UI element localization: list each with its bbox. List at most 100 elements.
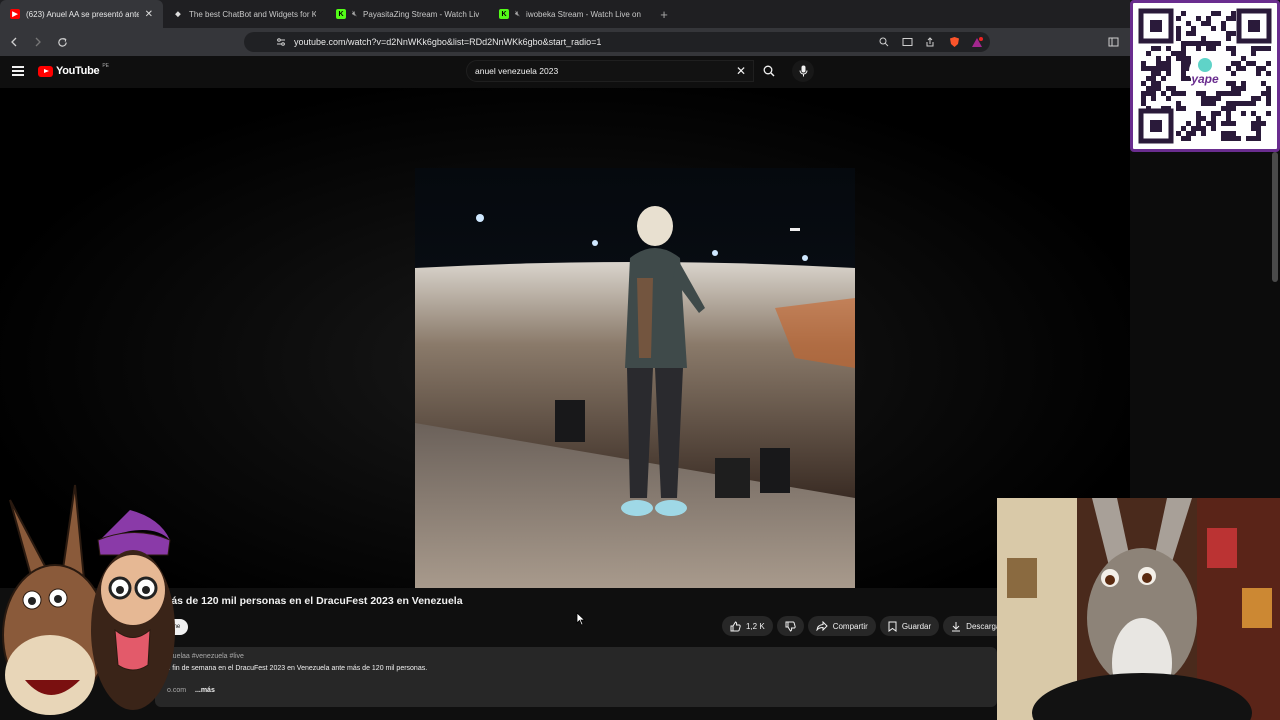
youtube-play-icon	[38, 65, 53, 77]
qr-module	[1191, 41, 1196, 46]
qr-module	[1231, 71, 1236, 76]
microphone-icon	[799, 65, 807, 77]
qr-module	[1186, 56, 1191, 61]
clear-search-icon[interactable]: ✕	[736, 64, 746, 78]
youtube-logo-text: YouTube	[56, 65, 100, 77]
qr-module	[1171, 86, 1176, 91]
search-icon	[763, 65, 775, 77]
zoom-icon[interactable]	[877, 35, 891, 49]
brave-shield-icon[interactable]	[947, 35, 961, 49]
qr-module	[1221, 26, 1226, 31]
qr-module	[1176, 106, 1181, 111]
scrollbar[interactable]	[1272, 152, 1278, 282]
tab-title: PayasitaZing Stream - Watch Live	[363, 9, 479, 19]
qr-module	[1216, 96, 1221, 101]
qr-module	[1181, 126, 1186, 131]
video-description[interactable]: #anuelaa #venezuela #live ste fin de sem…	[155, 647, 997, 707]
mouse-cursor-icon	[576, 612, 586, 631]
qr-module	[1251, 61, 1256, 66]
qr-module	[1211, 26, 1216, 31]
address-url[interactable]: youtube.com/watch?v=d2NnWKk6gbo&list=RDd…	[294, 37, 601, 47]
qr-module	[1221, 21, 1226, 26]
browser-tab-3[interactable]: K 🔇︎ PayasitaZing Stream - Watch Live	[326, 0, 489, 28]
streamelements-icon: ◆	[175, 11, 181, 18]
qr-module	[1166, 56, 1171, 61]
dislike-button[interactable]	[776, 616, 804, 636]
site-settings-icon[interactable]	[274, 35, 288, 49]
search-input[interactable]: anuel venezuela 2023	[466, 60, 754, 82]
qr-module	[1221, 91, 1226, 96]
qr-module	[1181, 46, 1186, 51]
qr-module	[1206, 121, 1211, 126]
qr-module	[1201, 126, 1206, 131]
menu-icon[interactable]	[12, 66, 24, 76]
qr-module	[1231, 51, 1236, 56]
qr-module	[1246, 101, 1251, 106]
qr-module	[1151, 81, 1156, 86]
qr-module	[1206, 46, 1211, 51]
new-tab-button[interactable]: +	[652, 0, 676, 28]
browser-tab-4[interactable]: K 🔇︎ iwobeka Stream - Watch Live on	[489, 0, 652, 28]
forward-arrow-icon[interactable]	[28, 32, 48, 52]
qr-module	[1181, 106, 1186, 111]
qr-module	[1231, 136, 1236, 141]
qr-module	[1236, 136, 1241, 141]
qr-module	[1251, 101, 1256, 106]
download-icon	[952, 621, 961, 631]
qr-module	[1206, 101, 1211, 106]
qr-module	[1226, 81, 1231, 86]
like-button[interactable]: 1,2 K	[722, 616, 773, 636]
share-icon[interactable]	[923, 35, 937, 49]
qr-module	[1256, 96, 1261, 101]
qr-module	[1211, 111, 1216, 116]
browser-tab-1[interactable]: ▶ (623) Anuel AA se presentó ante ✕	[0, 0, 163, 28]
address-bar[interactable]: youtube.com/watch?v=d2NnWKk6gbo&list=RDd…	[244, 32, 990, 52]
share-button[interactable]: Compartir	[807, 616, 876, 636]
youtube-logo[interactable]: YouTube PE	[38, 63, 109, 77]
qr-module	[1211, 101, 1216, 106]
qr-module	[1181, 56, 1186, 61]
brave-rewards-icon[interactable]	[970, 35, 984, 49]
back-arrow-icon[interactable]	[4, 32, 24, 52]
qr-module	[1236, 86, 1241, 91]
show-more-button[interactable]: ...más	[195, 687, 215, 694]
qr-module	[1231, 86, 1236, 91]
cast-icon[interactable]	[900, 35, 914, 49]
qr-module	[1156, 71, 1161, 76]
qr-module	[1231, 101, 1236, 106]
search-query[interactable]: anuel venezuela 2023	[475, 66, 558, 76]
muted-speaker-icon[interactable]: 🔇︎	[352, 9, 357, 19]
qr-module	[1201, 41, 1206, 46]
sidebar-icon[interactable]	[1106, 35, 1120, 49]
qr-module	[1201, 116, 1206, 121]
qr-module	[1176, 101, 1181, 106]
qr-module	[1231, 121, 1236, 126]
video-frame[interactable]	[415, 168, 855, 588]
youtube-icon: ▶	[10, 9, 20, 19]
close-icon[interactable]: ✕	[145, 9, 153, 20]
qr-module	[1221, 106, 1226, 111]
tab-title: iwobeka Stream - Watch Live on	[526, 9, 641, 19]
kick-icon: K	[499, 9, 509, 19]
qr-module	[1211, 41, 1216, 46]
qr-module	[1246, 61, 1251, 66]
qr-module	[1236, 101, 1241, 106]
browser-tab-2[interactable]: ◆ The best ChatBot and Widgets for Ki	[163, 0, 326, 28]
donkey-mascot-overlay	[0, 480, 175, 720]
thumbs-up-icon	[730, 620, 741, 631]
qr-module	[1141, 91, 1146, 96]
qr-module	[1196, 91, 1201, 96]
qr-module	[1191, 131, 1196, 136]
voice-search-button[interactable]	[792, 60, 814, 82]
share-label: Compartir	[832, 621, 868, 631]
qr-module	[1241, 56, 1246, 61]
qr-code-image: yape	[1138, 8, 1272, 144]
qr-module	[1156, 86, 1161, 91]
search-button[interactable]	[756, 60, 782, 82]
qr-module	[1176, 51, 1181, 56]
region-code: PE	[102, 63, 109, 69]
reload-icon[interactable]	[52, 32, 72, 52]
save-button[interactable]: Guardar	[879, 616, 940, 636]
muted-speaker-icon[interactable]: 🔇︎	[515, 9, 520, 19]
qr-module	[1231, 46, 1236, 51]
